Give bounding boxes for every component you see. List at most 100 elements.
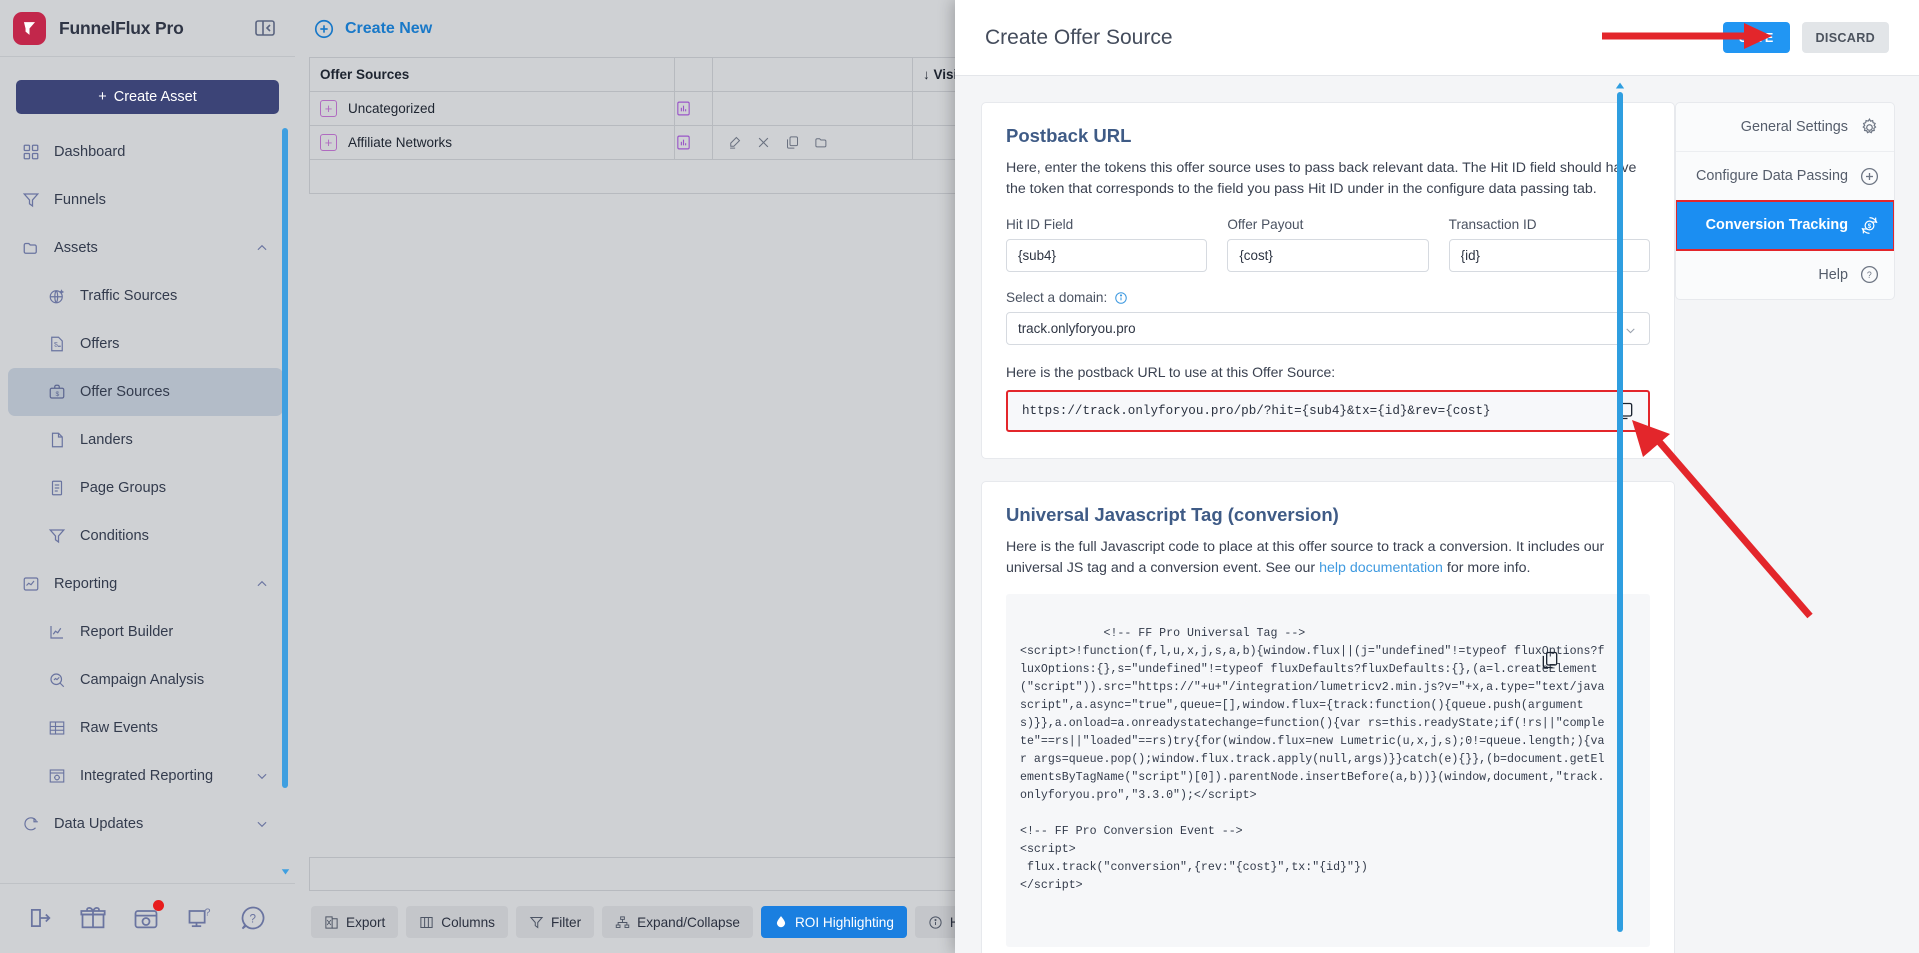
sidebar-item-assets[interactable]: Assets — [0, 224, 295, 272]
universal-js-tag-card: Universal Javascript Tag (conversion) He… — [981, 481, 1675, 953]
roi-highlighting-button[interactable]: ROI Highlighting — [760, 906, 907, 938]
dialog-body: Postback URL Here, enter the tokens this… — [955, 76, 1919, 953]
table-icon — [48, 719, 66, 737]
sidebar-item-data-updates[interactable]: Data Updates — [0, 800, 295, 848]
export-button[interactable]: Export — [311, 906, 399, 938]
gift-icon[interactable] — [79, 904, 109, 934]
row-name-label: Uncategorized — [348, 101, 436, 116]
row-chart-icon[interactable] — [674, 91, 713, 126]
columns-button[interactable]: Columns — [406, 906, 508, 938]
svg-text:?: ? — [1867, 270, 1872, 280]
tab-help[interactable]: Help ? — [1676, 250, 1894, 299]
edit-icon[interactable] — [727, 135, 742, 150]
sidebar-item-raw-events[interactable]: Raw Events — [0, 704, 295, 752]
tab-configure-data-passing[interactable]: Configure Data Passing — [1676, 152, 1894, 201]
chevron-down-icon — [1624, 324, 1637, 337]
offer-payout-input[interactable] — [1227, 239, 1429, 273]
sidebar-item-label: Data Updates — [54, 816, 144, 832]
chevron-up-icon[interactable] — [255, 241, 269, 255]
row-actions — [712, 91, 913, 126]
filter-button[interactable]: Filter — [515, 906, 595, 938]
whats-new-icon[interactable] — [132, 899, 165, 934]
jstag-description-after: for more info. — [1442, 559, 1531, 576]
chevron-down-icon[interactable] — [255, 769, 269, 783]
dialog-scrollbar-thumb[interactable] — [1617, 92, 1623, 932]
expand-row-icon[interactable]: + — [320, 134, 337, 151]
sidebar-item-integrated-reporting[interactable]: Integrated Reporting — [0, 752, 295, 800]
expand-collapse-button[interactable]: Expand/Collapse — [602, 906, 753, 938]
discard-button[interactable]: DISCARD — [1801, 22, 1889, 53]
expand-collapse-label: Expand/Collapse — [637, 914, 740, 930]
tab-label: Configure Data Passing — [1696, 168, 1848, 184]
duplicate-icon[interactable] — [785, 135, 800, 150]
page-icon — [48, 431, 66, 449]
domain-select-label: Select a domain: — [1006, 290, 1108, 306]
logout-icon[interactable] — [26, 904, 56, 934]
sidebar-item-offer-sources[interactable]: $ Offer Sources — [8, 368, 283, 416]
dialog-content-scrollbar[interactable] — [1615, 82, 1625, 942]
conversion-cycle-icon: $ — [1859, 215, 1880, 236]
chevron-up-icon[interactable] — [255, 577, 269, 591]
create-asset-button[interactable]: + Create Asset — [16, 80, 279, 114]
sidebar-item-label: Landers — [80, 432, 133, 448]
offer-payout-label: Offer Payout — [1227, 217, 1304, 233]
funnelflux-logo-icon — [13, 11, 46, 45]
column-header-offer-sources[interactable]: Offer Sources — [309, 57, 675, 92]
svg-text:$: $ — [1868, 223, 1872, 230]
sidebar-nav: Dashboard Funnels Assets Traffic Sources… — [0, 128, 295, 883]
sidebar-scrollbar[interactable] — [281, 128, 290, 883]
sidebar-item-funnels[interactable]: Funnels — [0, 176, 295, 224]
save-button[interactable]: SAVE — [1722, 22, 1790, 53]
svg-text:?: ? — [205, 906, 211, 918]
row-name-label: Affiliate Networks — [348, 135, 453, 150]
create-offer-source-dialog: Create Offer Source SAVE DISCARD Postbac… — [955, 0, 1919, 953]
sidebar-item-reporting[interactable]: Reporting — [0, 560, 295, 608]
jstag-code-box[interactable]: <!-- FF Pro Universal Tag --> <script>!f… — [1006, 594, 1650, 947]
sidebar-scrollbar-thumb[interactable] — [282, 128, 288, 788]
domain-select[interactable]: track.onlyforyou.pro — [1006, 312, 1650, 346]
sidebar-item-offers[interactable]: $ Offers — [0, 320, 295, 368]
line-chart-icon — [48, 623, 66, 641]
help-documentation-link[interactable]: help documentation — [1319, 560, 1443, 576]
integrated-report-icon — [48, 767, 66, 785]
plus-icon: + — [98, 89, 107, 105]
columns-icon — [419, 915, 434, 930]
roi-highlighting-label: ROI Highlighting — [794, 914, 894, 930]
hierarchy-icon — [615, 915, 630, 930]
sidebar-item-label: Offer Sources — [80, 384, 170, 400]
domain-select-label-row: Select a domain: — [1006, 290, 1650, 305]
expand-row-icon[interactable]: + — [320, 100, 337, 117]
hit-id-field-input[interactable] — [1006, 239, 1208, 273]
tab-general-settings[interactable]: General Settings — [1676, 103, 1894, 152]
row-chart-icon[interactable] — [674, 125, 713, 160]
sidebar-item-label: Integrated Reporting — [80, 768, 214, 784]
sidebar-item-campaign-analysis[interactable]: Campaign Analysis — [0, 656, 295, 704]
sidebar-item-page-groups[interactable]: Page Groups — [0, 464, 295, 512]
sidebar-item-traffic-sources[interactable]: Traffic Sources — [0, 272, 295, 320]
filter-label: Filter — [550, 914, 582, 930]
postback-url-value-box[interactable]: https://track.onlyforyou.pro/pb/?hit={su… — [1006, 390, 1650, 433]
postback-url-value: https://track.onlyforyou.pro/pb/?hit={su… — [1022, 404, 1491, 419]
data-update-icon — [22, 815, 40, 833]
sidebar-item-report-builder[interactable]: Report Builder — [0, 608, 295, 656]
folder-icon[interactable] — [814, 135, 829, 150]
dialog-header: Create Offer Source SAVE DISCARD — [955, 0, 1919, 76]
filter-icon — [529, 915, 544, 930]
sidebar-item-label: Page Groups — [80, 480, 166, 496]
sidebar-item-landers[interactable]: Landers — [0, 416, 295, 464]
sidebar-item-conditions[interactable]: Conditions — [0, 512, 295, 560]
sidebar-collapse-icon[interactable] — [253, 16, 277, 40]
support-screen-icon[interactable]: ? — [186, 904, 216, 934]
delete-icon[interactable] — [756, 135, 771, 150]
row-actions — [712, 125, 913, 160]
info-circle-icon[interactable] — [1114, 291, 1128, 305]
columns-label: Columns — [441, 914, 495, 930]
brand-name: FunnelFlux Pro — [59, 17, 184, 38]
tab-conversion-tracking[interactable]: Conversion Tracking $ — [1676, 200, 1894, 251]
sidebar-item-label: Traffic Sources — [80, 288, 178, 304]
sidebar-item-label: Conditions — [80, 528, 149, 544]
help-circle-icon[interactable]: ? — [239, 904, 269, 934]
sidebar-item-label: Dashboard — [54, 144, 126, 160]
sidebar-item-dashboard[interactable]: Dashboard — [0, 128, 295, 176]
chevron-down-icon[interactable] — [255, 817, 269, 831]
